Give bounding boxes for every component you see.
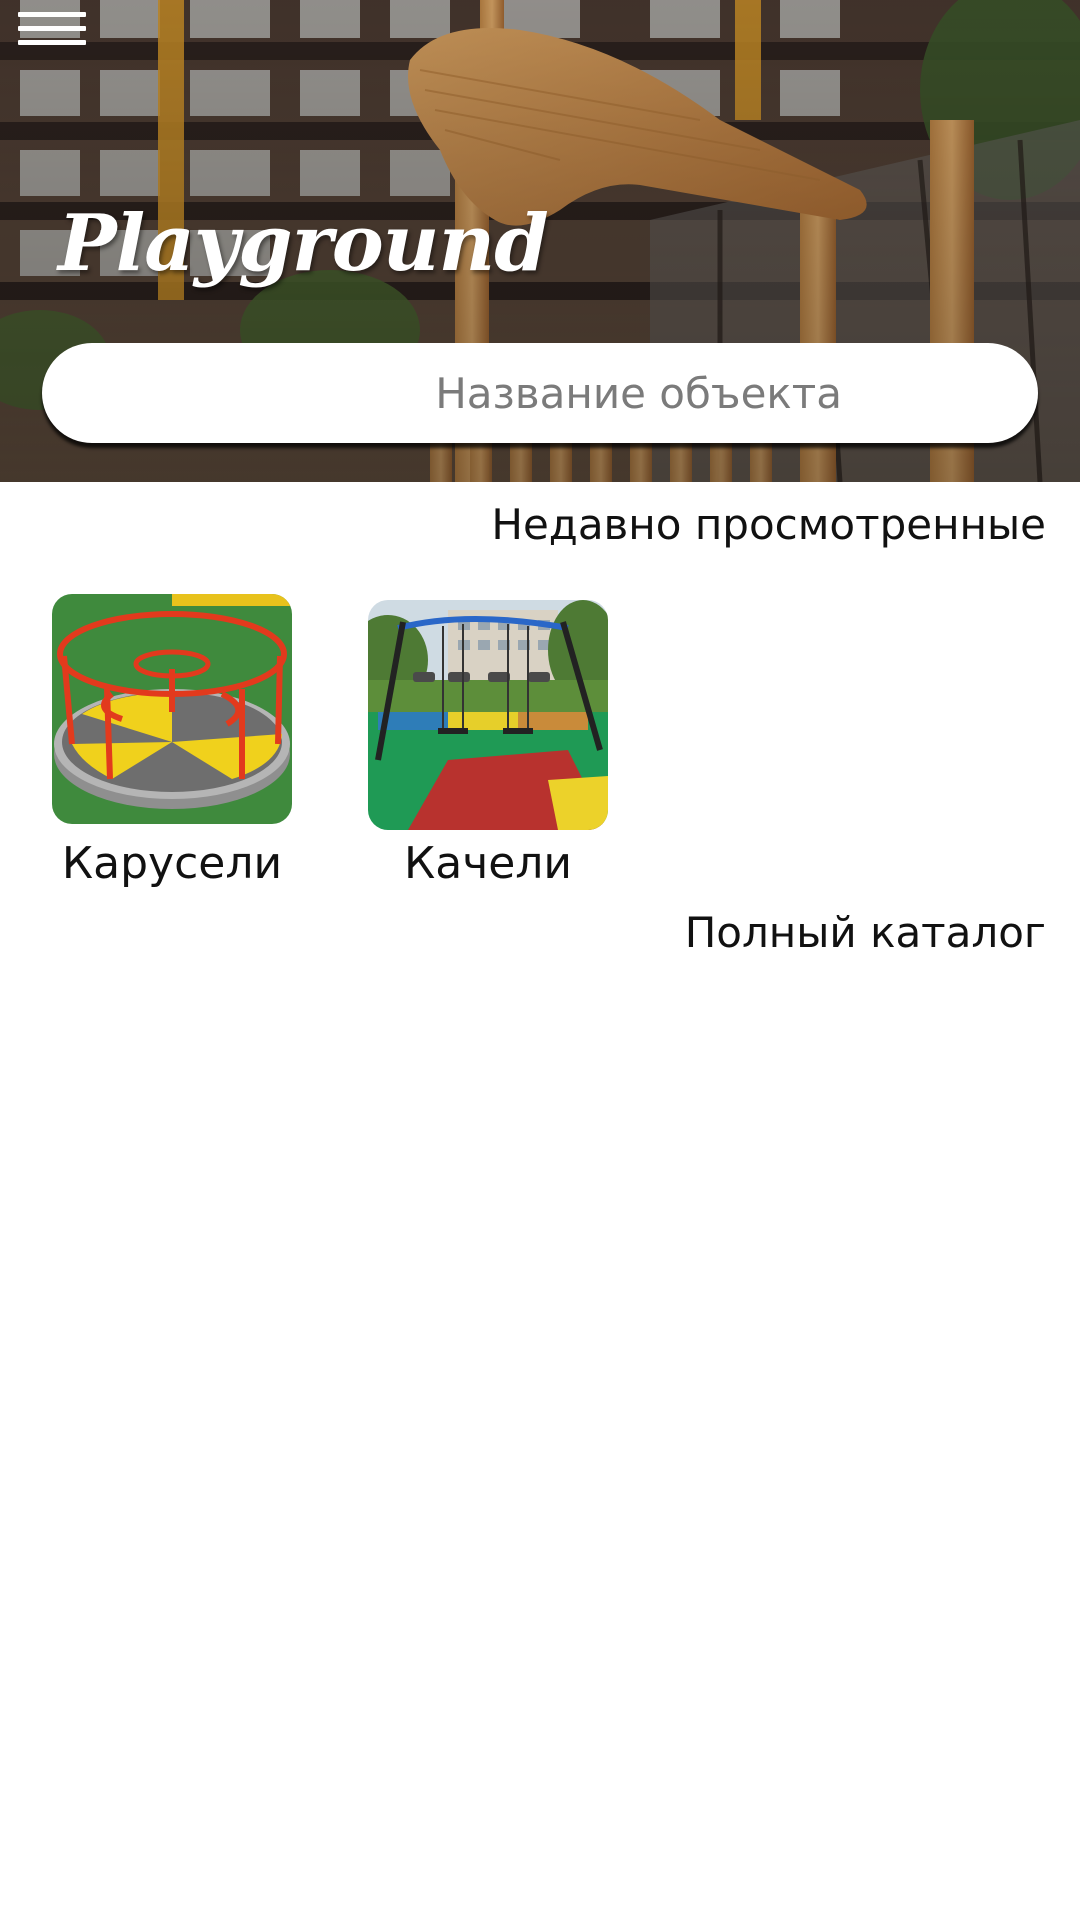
swing-thumbnail bbox=[368, 600, 608, 830]
app-logo: Playground bbox=[58, 198, 549, 289]
recent-section-title: Недавно просмотренные bbox=[491, 500, 1046, 549]
carousel-thumbnail bbox=[52, 594, 292, 824]
app-screen: Playground Недавно просмотренные bbox=[0, 0, 1080, 1920]
full-catalog-link[interactable]: Полный каталог bbox=[685, 908, 1046, 957]
recent-item-label: Качели bbox=[404, 838, 572, 889]
recent-item-label: Карусели bbox=[61, 838, 283, 889]
search-input[interactable] bbox=[42, 343, 1038, 443]
hamburger-menu-icon bbox=[18, 12, 86, 17]
hero-header: Playground bbox=[0, 0, 1080, 482]
menu-button[interactable] bbox=[18, 12, 86, 46]
